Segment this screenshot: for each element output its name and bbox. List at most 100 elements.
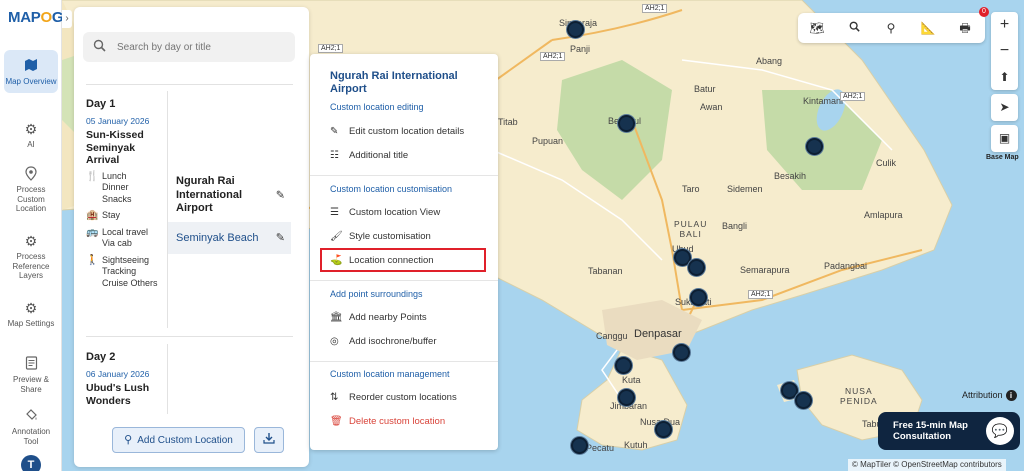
map-label: Culik [876, 158, 897, 168]
menu-item-add-nearby-points[interactable]: 🏛 Add nearby Points [330, 312, 490, 323]
menu-divider [310, 175, 498, 176]
zoom-in-icon[interactable]: + [991, 12, 1018, 38]
base-map-icon: ▣ [998, 131, 1011, 145]
map-label: Kuta [622, 375, 641, 385]
menu-item-additional-title[interactable]: ☷ Additional title [330, 150, 490, 161]
buildings-icon: 🏛 [330, 312, 343, 323]
add-custom-location-button[interactable]: ⚲ Add Custom Location [112, 427, 245, 453]
expand-nav-chevron-icon[interactable]: › [62, 10, 72, 28]
location-marker[interactable] [571, 437, 588, 454]
nav-map-overview[interactable]: Map Overview [4, 50, 58, 93]
itinerary-panel: Day 1 05 January 2026 Sun-Kissed Seminya… [74, 7, 309, 467]
map-copyright: © MapTiler © OpenStreetMap contributors [848, 459, 1006, 471]
map-label: Padangbai [824, 261, 868, 271]
map-label: Awan [700, 102, 723, 112]
road-shield: AH2;1 [318, 44, 344, 53]
nav-preview-share[interactable]: Preview & Share [4, 356, 58, 394]
user-avatar[interactable]: T [21, 455, 41, 471]
activity-sightseeing: 🚶 Sightseeing Tracking Cruise Others [86, 255, 168, 290]
map-label: Amlapura [864, 210, 903, 220]
menu-item-edit-details[interactable]: ✎ Edit custom location details [330, 126, 490, 137]
map-label: Kutuh [624, 440, 648, 450]
attribution[interactable]: Attribution i [962, 390, 1017, 401]
day-date: 05 January 2026 [86, 116, 150, 126]
nav-ai[interactable]: ⚙ AI [4, 121, 58, 150]
map-icon [23, 58, 39, 74]
app-logo[interactable]: MAPOG [8, 9, 63, 26]
menu-section-heading: Custom location management [330, 369, 450, 379]
location-marker[interactable] [615, 357, 632, 374]
map-label: Kintamani [803, 96, 844, 106]
edit-pencil-icon[interactable]: ✎ [276, 222, 285, 254]
zoom-out-icon[interactable]: − [991, 38, 1018, 64]
print-icon[interactable]: 🖶 [956, 19, 974, 37]
nav-process-custom-location[interactable]: Process Custom Location [4, 166, 58, 214]
base-map-button[interactable]: ▣ [991, 125, 1018, 152]
search-icon[interactable] [845, 19, 863, 37]
locate-me-button[interactable]: ➤ [991, 94, 1018, 121]
map-label: Tabanan [588, 266, 623, 276]
location-marker[interactable] [567, 21, 584, 38]
location-marker[interactable] [673, 344, 690, 361]
paint-bucket-icon [23, 408, 39, 424]
preview-icon [23, 356, 39, 372]
location-marker[interactable] [806, 138, 823, 155]
map-view-icon[interactable]: 🗺 [808, 19, 826, 37]
map-label: Abang [756, 56, 783, 66]
menu-item-delete[interactable]: 🗑 Delete custom location [330, 416, 490, 427]
nav-label: Preview & Share [12, 375, 49, 394]
map-label: Titab [498, 117, 518, 127]
activity-text: Lunch Dinner Snacks [102, 170, 132, 204]
activity-travel: 🚌 Local travel Via cab [86, 227, 168, 250]
day-name: Ubud's Lush Wonders [86, 382, 150, 407]
edit-pencil-icon[interactable]: ✎ [276, 189, 285, 203]
chat-icon[interactable]: 💬 [986, 417, 1014, 445]
pin-icon[interactable]: ⚲ [882, 19, 900, 37]
nav-process-reference-layers[interactable]: ⚙ Process Reference Layers [4, 233, 58, 281]
location-marker[interactable] [688, 259, 705, 276]
free-consultation-button[interactable]: Free 15-min Map Consultation 💬 [878, 412, 1020, 450]
location-item-airport[interactable]: Ngurah Rai International Airport ✎ [168, 175, 291, 217]
menu-item-add-isochrone[interactable]: ◎ Add isochrone/buffer [330, 336, 490, 347]
road-shield: AH2;1 [540, 52, 566, 61]
search-box[interactable] [83, 32, 295, 62]
nav-annotation-tool[interactable]: Annotation Tool [4, 408, 58, 446]
map-label: Sidemen [727, 184, 763, 194]
map-label: Semarapura [740, 265, 790, 275]
nav-label: Map Settings [7, 319, 55, 328]
location-marker[interactable] [795, 392, 812, 409]
nav-label: Process Custom Location [15, 185, 47, 213]
menu-item-reorder[interactable]: ⇅ Reorder custom locations [330, 392, 490, 403]
day-date: 06 January 2026 [86, 369, 150, 379]
map-label: Pupuan [532, 136, 564, 146]
left-navigation: MAPOG Map Overview ⚙ AI Process Custom L… [0, 0, 63, 471]
map-label: Pecatu [586, 443, 615, 453]
map-label: Bangli [722, 221, 748, 231]
highlight-box [320, 248, 486, 272]
menu-item-custom-location-view[interactable]: ☰ Custom location View [330, 207, 490, 218]
location-marker[interactable] [690, 289, 707, 306]
road-shield: AH2;1 [840, 92, 866, 101]
compass-icon[interactable]: ⬆ [991, 64, 1018, 90]
location-marker[interactable] [618, 115, 635, 132]
map-label: Denpasar [634, 328, 682, 340]
map-label: Besakih [774, 171, 807, 181]
menu-divider [310, 361, 498, 362]
download-button[interactable] [254, 427, 284, 453]
map-label: Panji [570, 44, 591, 54]
location-marker[interactable] [618, 389, 635, 406]
location-marker[interactable] [655, 421, 672, 438]
location-item-seminyak-beach[interactable]: Seminyak Beach ✎ [168, 222, 291, 254]
day-1-block: Day 1 05 January 2026 Sun-Kissed Seminya… [86, 98, 168, 289]
divider [86, 336, 293, 337]
menu-section-heading: Add point surroundings [330, 289, 423, 299]
road-shield: AH2;1 [748, 290, 774, 299]
menu-item-style-customisation[interactable]: 🖌 Style customisation [330, 231, 490, 242]
measure-icon[interactable]: 📐 [919, 19, 937, 37]
activity-text: Stay [102, 210, 121, 220]
divider [86, 84, 293, 85]
notification-badge[interactable]: 0 [979, 7, 989, 17]
search-input[interactable] [117, 38, 287, 56]
nav-map-settings[interactable]: ⚙ Map Settings [4, 300, 58, 329]
map-label-island: PULAU BALI [674, 219, 708, 239]
